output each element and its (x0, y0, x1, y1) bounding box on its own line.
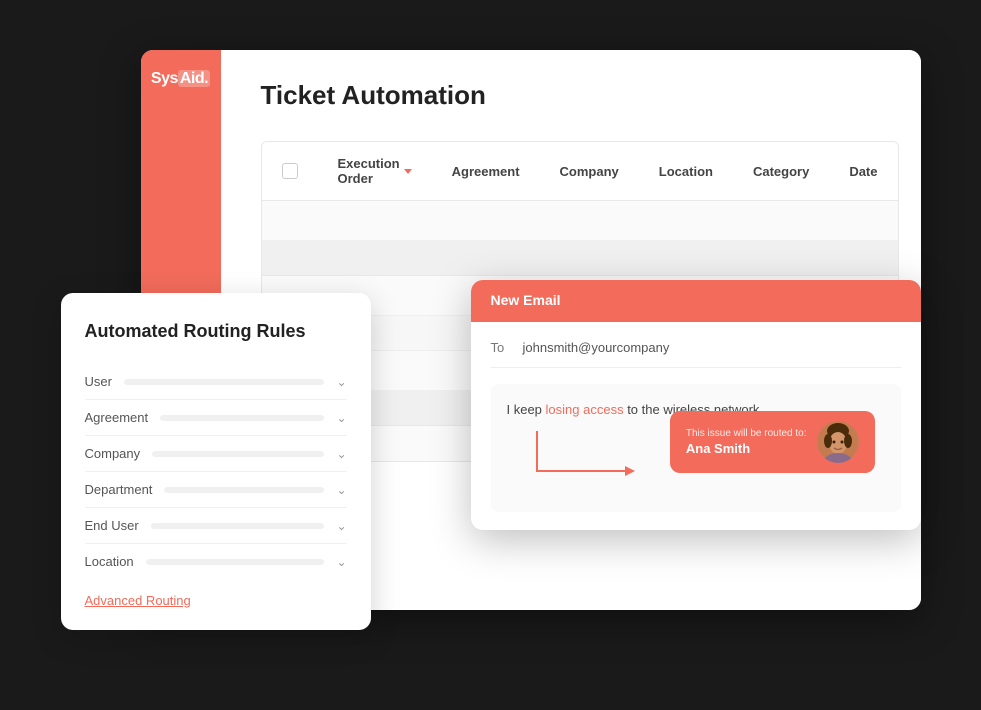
routing-arrow-svg (517, 431, 637, 486)
table-row[interactable] (262, 241, 898, 276)
logo-text: SysAid. (151, 70, 210, 88)
chevron-down-icon: ⌄ (336, 483, 346, 497)
email-to-row: To johnsmith@yourcompany (491, 340, 901, 368)
advanced-routing-link[interactable]: Advanced Routing (85, 593, 191, 608)
select-all-checkbox[interactable] (282, 163, 298, 179)
routing-bar-user (124, 379, 324, 385)
routing-bar-company (152, 451, 324, 457)
logo: SysAid. (151, 70, 210, 88)
email-message-area: I keep losing access to the wireless net… (491, 384, 901, 512)
routing-label-company: Company (85, 446, 141, 461)
chevron-down-icon: ⌄ (336, 411, 346, 425)
col-date[interactable]: Date (849, 164, 877, 179)
logo-aid: Aid. (178, 70, 210, 87)
col-category[interactable]: Category (753, 164, 809, 179)
routing-item-company[interactable]: Company ⌄ (85, 436, 347, 472)
routing-bar-end-user (151, 523, 325, 529)
routing-item-location[interactable]: Location ⌄ (85, 544, 347, 579)
routing-bar-location (146, 559, 325, 565)
col-execution-order[interactable]: Execution Order (338, 156, 412, 186)
table-header: Execution Order Agreement Company Locati… (262, 142, 898, 201)
email-body: To johnsmith@yourcompany I keep losing a… (471, 322, 921, 530)
message-highlight: losing access (546, 402, 624, 417)
chevron-down-icon: ⌄ (336, 375, 346, 389)
routing-bar-agreement (160, 415, 324, 421)
col-company[interactable]: Company (560, 164, 619, 179)
routing-item-department[interactable]: Department ⌄ (85, 472, 347, 508)
routing-label-user: User (85, 374, 112, 389)
routing-label-location: Location (85, 554, 134, 569)
routing-bar-department (164, 487, 324, 493)
col-location[interactable]: Location (659, 164, 713, 179)
routing-label-department: Department (85, 482, 153, 497)
routing-label-agreement: Agreement (85, 410, 149, 425)
table-row[interactable] (262, 201, 898, 241)
routing-label-end-user: End User (85, 518, 139, 533)
email-to-value: johnsmith@yourcompany (523, 340, 670, 355)
chevron-down-icon: ⌄ (336, 447, 346, 461)
sort-arrow-icon (404, 169, 412, 174)
avatar-svg (817, 421, 859, 463)
email-popup: New Email To johnsmith@yourcompany I kee… (471, 280, 921, 530)
routing-title: Automated Routing Rules (85, 321, 347, 342)
col-agreement[interactable]: Agreement (452, 164, 520, 179)
chevron-down-icon: ⌄ (336, 519, 346, 533)
message-before: I keep (507, 402, 546, 417)
avatar (817, 421, 859, 463)
email-header: New Email (471, 280, 921, 322)
routing-result-name: Ana Smith (686, 441, 807, 456)
email-header-title: New Email (491, 292, 561, 308)
routing-rules-card: Automated Routing Rules User ⌄ Agreement… (61, 293, 371, 630)
routing-result-label: This issue will be routed to: (686, 428, 807, 439)
routing-item-user[interactable]: User ⌄ (85, 364, 347, 400)
routing-item-end-user[interactable]: End User ⌄ (85, 508, 347, 544)
logo-sys: Sys (151, 70, 178, 87)
routing-item-agreement[interactable]: Agreement ⌄ (85, 400, 347, 436)
routing-result-container: This issue will be routed to: Ana Smith (507, 436, 885, 496)
routing-result-text: This issue will be routed to: Ana Smith (686, 428, 807, 456)
email-to-label: To (491, 340, 511, 355)
chevron-down-icon: ⌄ (336, 555, 346, 569)
page-title: Ticket Automation (261, 80, 899, 111)
routing-result-box: This issue will be routed to: Ana Smith (670, 411, 875, 473)
